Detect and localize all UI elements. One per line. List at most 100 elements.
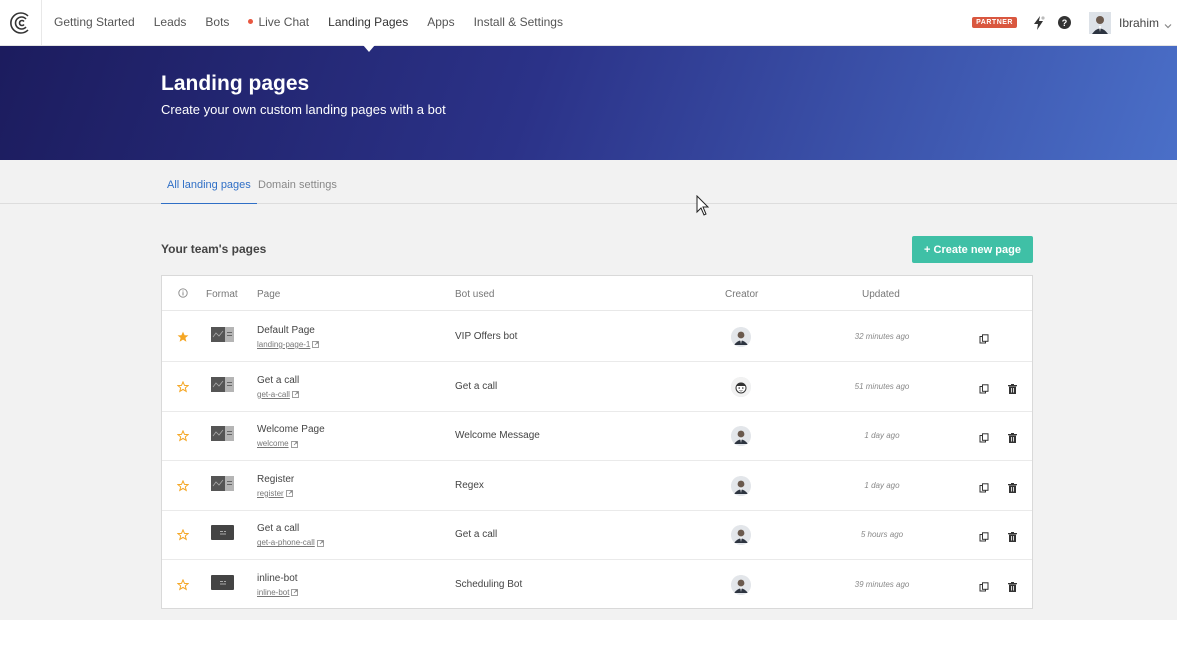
main-nav: Getting Started Leads Bots Live Chat Lan… — [48, 0, 576, 52]
page-header-banner: Landing pages Create your own custom lan… — [0, 46, 1177, 160]
external-link-icon — [291, 589, 299, 597]
table-row[interactable]: Get a call get-a-phone-call Get a call 5 ho… — [162, 510, 1032, 561]
bot-used: Get a call — [455, 380, 498, 392]
star-icon[interactable] — [176, 429, 190, 442]
external-link-icon — [290, 440, 298, 448]
svg-text:?: ? — [1062, 18, 1068, 28]
page-format-icon — [211, 327, 234, 342]
trash-icon[interactable] — [1008, 381, 1017, 394]
copy-icon[interactable] — [979, 331, 989, 344]
star-icon[interactable] — [176, 578, 190, 591]
logo-icon[interactable] — [0, 0, 42, 45]
top-navbar: Getting Started Leads Bots Live Chat Lan… — [0, 0, 1177, 52]
inline-format-icon — [211, 575, 234, 590]
page-slug-text: landing-page-1 — [257, 340, 311, 349]
bot-used: Scheduling Bot — [455, 579, 523, 590]
info-icon[interactable] — [178, 288, 188, 301]
page-slug-link[interactable]: welcome — [257, 439, 298, 448]
copy-icon[interactable] — [979, 430, 989, 443]
updated-time: 1 day ago — [864, 431, 900, 441]
trash-icon[interactable] — [1008, 480, 1017, 493]
page-name[interactable]: Default Page — [257, 325, 315, 336]
mouse-cursor-icon — [696, 194, 710, 217]
trash-icon[interactable] — [1008, 529, 1017, 543]
table-header: Format Page Bot used Creator Updated — [162, 276, 1032, 311]
nav-leads[interactable]: Leads — [148, 0, 194, 45]
updated-time: 5 hours ago — [860, 530, 904, 540]
tab-domain-settings[interactable]: Domain settings — [252, 160, 343, 204]
user-avatar[interactable] — [1088, 11, 1111, 34]
page-name[interactable]: Register — [257, 474, 294, 485]
nav-landing-pages[interactable]: Landing Pages — [322, 0, 415, 52]
bot-used: VIP Offers bot — [455, 331, 518, 342]
trash-icon[interactable] — [1008, 579, 1017, 592]
lightning-bolt-icon[interactable] — [1031, 15, 1047, 31]
page-subtitle: Create your own custom landing pages wit… — [161, 102, 446, 117]
star-icon[interactable] — [176, 528, 190, 541]
page-slug-link[interactable]: register — [257, 489, 293, 498]
page-name[interactable]: inline-bot — [257, 573, 298, 584]
bot-used: Welcome Message — [455, 430, 540, 442]
external-link-icon — [285, 490, 293, 498]
table-row[interactable]: inline-bot inline-bot Scheduling Bot 39 min… — [162, 560, 1032, 610]
partner-badge[interactable]: PARTNER — [972, 17, 1017, 28]
header-updated: Updated — [862, 289, 900, 300]
star-icon[interactable] — [176, 479, 190, 492]
updated-time: 32 minutes ago — [854, 332, 910, 341]
header-creator: Creator — [725, 289, 759, 300]
creator-avatar — [731, 575, 751, 595]
page-name[interactable]: Get a call — [257, 523, 299, 534]
page-slug-link[interactable]: landing-page-1 — [257, 340, 320, 349]
trash-icon[interactable] — [1008, 430, 1017, 444]
page-name[interactable]: Get a call — [257, 375, 299, 386]
creator-avatar — [731, 376, 751, 397]
table-row[interactable]: Welcome Page welcome Welcome Message 1 day … — [162, 411, 1032, 462]
create-new-page-button[interactable]: + Create new page — [912, 236, 1033, 263]
nav-live-chat-label: Live Chat — [258, 15, 310, 29]
table-row[interactable]: Register register Regex 1 day ago — [162, 461, 1032, 511]
page-slug-text: get-a-phone-call — [257, 538, 315, 548]
copy-icon[interactable] — [979, 579, 989, 592]
page-slug-link[interactable]: get-a-phone-call — [257, 538, 324, 547]
nav-right: PARTNER ? Ibrahim — [972, 0, 1177, 45]
nav-apps[interactable]: Apps — [421, 0, 461, 45]
creator-avatar — [731, 327, 751, 347]
inline-format-icon — [211, 525, 234, 541]
nav-live-chat[interactable]: Live Chat — [242, 0, 316, 45]
table-row[interactable]: Default Page landing-page-1 VIP Offers bot… — [162, 312, 1032, 362]
page-format-icon — [211, 426, 234, 442]
question-circle-icon[interactable]: ? — [1057, 15, 1073, 31]
header-bot-used: Bot used — [455, 289, 495, 300]
chevron-down-icon[interactable] — [1163, 18, 1173, 28]
tab-all-landing-pages[interactable]: All landing pages — [161, 160, 257, 204]
landing-pages-table: Format Page Bot used Creator Updated Def… — [161, 275, 1033, 609]
star-icon[interactable] — [176, 380, 190, 393]
bot-used: Get a call — [455, 529, 498, 541]
updated-time: 39 minutes ago — [854, 580, 910, 589]
external-link-icon — [312, 341, 320, 349]
page-slug-link[interactable]: inline-bot — [257, 588, 299, 597]
copy-icon[interactable] — [979, 480, 989, 493]
nav-getting-started[interactable]: Getting Started — [48, 0, 142, 45]
username[interactable]: Ibrahim — [1119, 16, 1159, 30]
nav-install-settings[interactable]: Install & Settings — [468, 0, 570, 45]
copy-icon[interactable] — [979, 529, 989, 542]
creator-avatar — [731, 426, 751, 447]
page-slug-link[interactable]: get-a-call — [257, 390, 299, 399]
bot-used: Regex — [455, 479, 484, 491]
copy-icon[interactable] — [979, 381, 989, 394]
page-name[interactable]: Welcome Page — [257, 424, 325, 435]
page-slug-text: inline-bot — [257, 588, 290, 597]
subtabs: All landing pages Domain settings — [0, 160, 1177, 204]
page-slug-text: register — [257, 488, 284, 498]
page-title: Landing pages — [161, 72, 310, 95]
header-page: Page — [257, 289, 281, 300]
header-format: Format — [206, 289, 238, 300]
external-link-icon — [316, 539, 324, 547]
page-format-icon — [211, 376, 234, 392]
nav-bots[interactable]: Bots — [199, 0, 236, 45]
page-slug-text: welcome — [257, 439, 289, 449]
table-row[interactable]: Get a call get-a-call Get a call 51 minutes… — [162, 362, 1032, 412]
star-icon[interactable] — [177, 330, 189, 342]
footer-area — [0, 620, 1177, 647]
